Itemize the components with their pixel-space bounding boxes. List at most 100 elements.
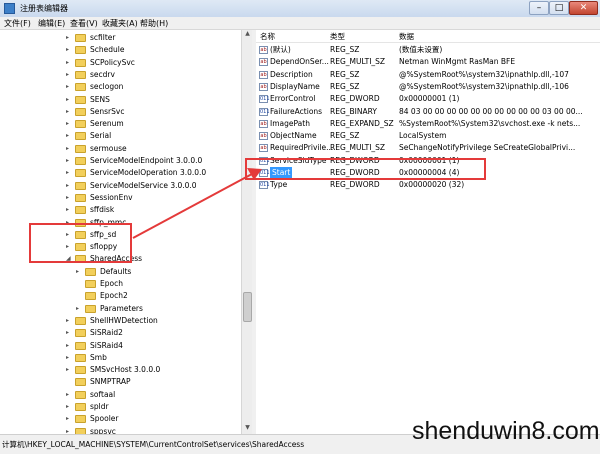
value-name: RequiredPrivile... xyxy=(270,143,334,153)
menu-favorites[interactable]: 收藏夹(A) xyxy=(102,18,138,29)
tree-item-label: SNMPTRAP xyxy=(90,377,131,387)
expand-arrow-icon[interactable]: ▸ xyxy=(66,340,72,352)
menu-help[interactable]: 帮助(H) xyxy=(140,18,168,29)
value-name: Type xyxy=(270,180,288,190)
scroll-thumb[interactable] xyxy=(243,292,252,322)
expand-arrow-icon[interactable]: ▸ xyxy=(66,401,72,413)
tree-item-label: ShellHWDetection xyxy=(90,315,158,325)
column-type[interactable]: 类型 xyxy=(330,31,345,42)
expand-arrow-icon[interactable]: ▸ xyxy=(66,155,72,167)
value-type: REG_EXPAND_SZ xyxy=(330,118,394,128)
folder-icon xyxy=(75,107,86,116)
expand-arrow-icon[interactable]: ▸ xyxy=(66,69,72,81)
expand-arrow-icon[interactable]: ▸ xyxy=(66,44,72,56)
column-name[interactable]: 名称 xyxy=(260,31,275,42)
folder-icon xyxy=(75,415,86,424)
expand-arrow-icon[interactable]: ▸ xyxy=(66,192,72,204)
value-row[interactable]: ab Description REG_SZ @%SystemRoot%\system3… xyxy=(256,69,600,81)
expand-arrow-icon[interactable]: ▸ xyxy=(66,130,72,142)
menu-edit[interactable]: 编辑(E) xyxy=(38,18,65,29)
expand-arrow-icon[interactable]: ▸ xyxy=(66,167,72,179)
maximize-button[interactable]: □ xyxy=(549,1,569,15)
value-row[interactable]: ab ObjectName REG_SZ LocalSystem xyxy=(256,130,600,142)
expand-arrow-icon[interactable]: ▸ xyxy=(66,143,72,155)
value-data: LocalSystem xyxy=(399,131,447,141)
tree-item-label: Serial xyxy=(90,131,112,141)
expand-arrow-icon[interactable]: ▸ xyxy=(66,94,72,106)
value-data: @%SystemRoot%\system32\ipnathlp.dll,-107 xyxy=(399,69,569,79)
value-row[interactable]: 011 Type REG_DWORD 0x00000020 (32) xyxy=(256,179,600,191)
value-name: DisplayName xyxy=(270,81,320,91)
tree-item-label: Spooler xyxy=(90,414,119,424)
value-row[interactable]: ab ImagePath REG_EXPAND_SZ %SystemRoot%\Sys… xyxy=(256,118,600,130)
value-row[interactable]: ab (默认) REG_SZ (数值未设置) xyxy=(256,44,600,56)
tree-item-label: Epoch xyxy=(100,279,123,288)
value-row[interactable]: ab DependOnSer... REG_MULTI_SZ Netman WinMg… xyxy=(256,56,600,68)
value-row[interactable]: 011 FailureActions REG_BINARY 84 03 00 00 0… xyxy=(256,106,600,118)
expand-arrow-icon[interactable]: ▸ xyxy=(66,57,72,69)
column-data[interactable]: 数据 xyxy=(399,31,414,42)
value-data: Netman WinMgmt RasMan BFE xyxy=(399,57,516,67)
value-row[interactable]: ab RequiredPrivile... REG_MULTI_SZ SeChange… xyxy=(256,142,600,154)
folder-icon xyxy=(85,280,96,288)
expand-arrow-icon[interactable]: ▸ xyxy=(66,118,72,130)
folder-icon xyxy=(75,46,86,55)
expand-arrow-icon[interactable]: ▸ xyxy=(76,303,82,315)
value-type: REG_BINARY xyxy=(330,106,377,116)
value-type: REG_SZ xyxy=(330,81,360,91)
tree-item-label: seclogon xyxy=(90,82,124,92)
tree-item-label: sppsvc xyxy=(90,426,116,434)
string-value-icon: ab xyxy=(259,119,268,128)
tree-item-label: softaal xyxy=(90,389,116,399)
menu-file[interactable]: 文件(F) xyxy=(4,18,31,29)
folder-icon xyxy=(75,193,86,202)
expand-arrow-icon[interactable]: ▸ xyxy=(66,413,72,425)
expand-arrow-icon[interactable]: ▸ xyxy=(66,389,72,401)
value-type: REG_MULTI_SZ xyxy=(330,57,386,67)
expand-arrow-icon[interactable]: ▸ xyxy=(66,426,72,434)
value-row[interactable]: 011 ErrorControl REG_DWORD 0x00000001 (1) xyxy=(256,93,600,105)
expand-arrow-icon[interactable]: ▸ xyxy=(66,315,72,327)
menu-bar: 文件(F) 编辑(E) 查看(V) 收藏夹(A) 帮助(H) xyxy=(0,17,600,30)
tree-item-label: Serenum xyxy=(90,119,124,129)
binary-value-icon: 011 xyxy=(259,107,270,116)
folder-icon xyxy=(75,329,86,338)
minimize-button[interactable]: – xyxy=(529,1,549,15)
value-type: REG_SZ xyxy=(330,69,360,79)
value-data: 0x00000001 (1) xyxy=(399,94,460,104)
value-name: DependOnSer... xyxy=(270,57,329,67)
expand-arrow-icon[interactable]: ▸ xyxy=(66,352,72,364)
folder-icon xyxy=(75,120,86,129)
tree-item-label: SMSvcHost 3.0.0.0 xyxy=(90,365,161,375)
tree-item-label: Parameters xyxy=(100,303,143,313)
close-button[interactable]: ✕ xyxy=(569,1,598,15)
tree-item-label: Defaults xyxy=(100,266,132,276)
folder-icon xyxy=(85,292,96,301)
expand-arrow-icon[interactable]: ▸ xyxy=(76,266,82,278)
expand-arrow-icon[interactable]: ▸ xyxy=(66,327,72,339)
highlight-box-start xyxy=(245,158,486,180)
value-type: REG_DWORD xyxy=(330,180,380,190)
menu-view[interactable]: 查看(V) xyxy=(70,18,98,29)
tree-item-label: SCPolicySvc xyxy=(90,57,135,67)
expand-arrow-icon[interactable]: ▸ xyxy=(66,32,72,44)
folder-icon xyxy=(75,83,86,92)
expand-arrow-icon[interactable]: ▸ xyxy=(66,364,72,376)
value-name: FailureActions xyxy=(270,106,323,116)
expand-arrow-icon[interactable]: ▸ xyxy=(66,180,72,192)
watermark: shenduwin8.com xyxy=(412,417,600,445)
value-type: REG_MULTI_SZ xyxy=(330,143,386,153)
window-title: 注册表编辑器 xyxy=(20,4,68,13)
expand-arrow-icon[interactable]: ▸ xyxy=(66,106,72,118)
tree-item-label: SessionEnv xyxy=(90,192,133,202)
expand-arrow-icon[interactable]: ▸ xyxy=(66,204,72,216)
string-value-icon: ab xyxy=(259,70,268,79)
value-data: @%SystemRoot%\system32\ipnathlp.dll,-106 xyxy=(399,81,569,91)
tree-item-label: SiSRaid4 xyxy=(90,340,123,350)
tree-item-label: Epoch2 xyxy=(100,291,128,301)
value-row[interactable]: ab DisplayName REG_SZ @%SystemRoot%\system3… xyxy=(256,81,600,93)
tree-item-label: ServiceModelEndpoint 3.0.0.0 xyxy=(90,156,203,165)
folder-icon xyxy=(75,316,86,325)
folder-icon xyxy=(85,304,96,313)
expand-arrow-icon[interactable]: ▸ xyxy=(66,81,72,93)
